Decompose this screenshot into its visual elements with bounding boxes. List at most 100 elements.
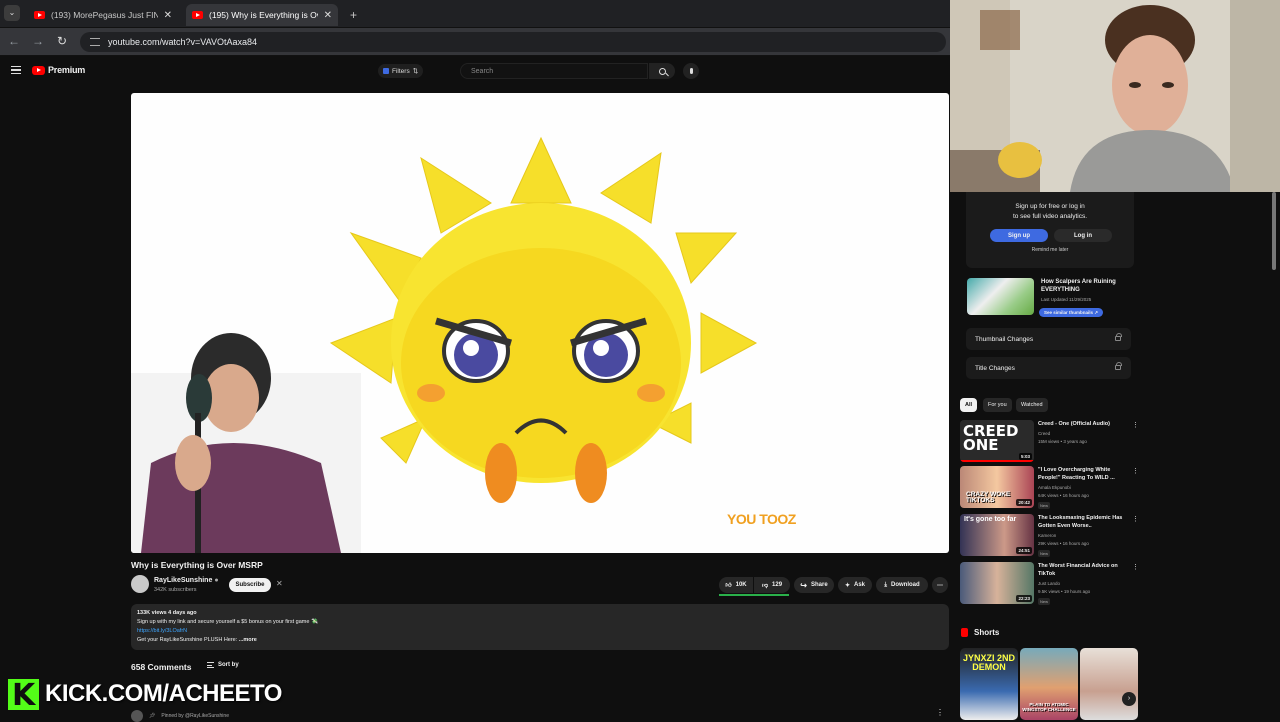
close-tab-icon[interactable]: ✕	[324, 10, 332, 21]
channel-avatar[interactable]	[131, 575, 149, 593]
channel-name[interactable]: RayLikeSunshine ●	[154, 577, 219, 584]
short-item[interactable]: ›	[1080, 648, 1138, 720]
description-box[interactable]: 133K views 4 days ago Sign up with my li…	[131, 604, 949, 650]
like-button[interactable]: 👍︎ 10K	[719, 577, 753, 593]
duration-badge: 20:42	[1016, 499, 1032, 506]
verified-icon: ●	[214, 577, 219, 584]
back-icon[interactable]: ←	[6, 34, 22, 48]
like-ratio-bar	[719, 594, 789, 596]
description-line: Sign up with my link and secure yourself…	[137, 619, 318, 625]
filter-icon	[383, 68, 389, 74]
description-link[interactable]: https://bit.ly/3LOafrN	[137, 627, 943, 636]
tab-search-icon[interactable]: ⌄	[4, 5, 20, 21]
title-changes-row[interactable]: Title Changes	[966, 357, 1131, 379]
sort-label: Sort by	[218, 662, 239, 668]
next-arrow-icon[interactable]: ›	[1122, 692, 1136, 706]
download-icon: ⤓	[884, 581, 887, 588]
menu-icon[interactable]	[11, 66, 21, 74]
share-button[interactable]: ↪ Share	[794, 577, 834, 593]
url-field[interactable]: youtube.com/watch?v=VAVOtAaxa84	[80, 32, 946, 52]
vidiq-thumbnail[interactable]	[967, 278, 1034, 315]
recommendation-meta: 9.5K views • 19 hours ago	[1038, 589, 1091, 594]
video-frame	[131, 136, 758, 553]
forward-icon[interactable]: →	[30, 34, 46, 48]
remind-later-link[interactable]: Remind me later	[966, 247, 1134, 253]
comment-more-icon[interactable]: ⋮	[936, 708, 944, 717]
close-tab-icon[interactable]: ✕	[164, 10, 172, 21]
tab-morepegasus[interactable]: (193) MorePegasus Just FINISH ✕	[28, 4, 178, 26]
short-item[interactable]: PLAIN TO ATOMIC WINGSTOP CHALLENGE	[1020, 648, 1078, 720]
address-bar: ← → ↻ youtube.com/watch?v=VAVOtAaxa84	[0, 28, 950, 56]
download-button[interactable]: ⤓ Download	[876, 577, 928, 593]
download-label: Download	[890, 582, 920, 588]
video-player[interactable]: YOU TOOZ	[131, 93, 949, 553]
recommendation-item[interactable]: 22:23 The Worst Financial Advice on TikT…	[960, 562, 1139, 606]
like-count: 10K	[735, 582, 747, 588]
lock-icon	[1115, 362, 1122, 370]
video-thumbnail: 22:23	[960, 562, 1034, 604]
lock-icon	[1115, 333, 1122, 341]
duration-badge: 5:03	[1018, 453, 1032, 460]
youtube-logo-icon	[32, 65, 45, 75]
youtube-premium-logo[interactable]: Premium	[32, 65, 85, 75]
description-line-3: Get your RayLikeSunshine PLUSH Here: ...…	[137, 636, 943, 645]
sort-by-button[interactable]: Sort by	[207, 662, 239, 668]
tune-icon: ⇅	[412, 68, 419, 75]
row-label: Title Changes	[975, 364, 1015, 372]
analytics-text-2: to see full video analytics.	[1012, 213, 1088, 220]
thumbnail-changes-row[interactable]: Thumbnail Changes	[966, 328, 1131, 350]
ask-label: Ask	[854, 582, 866, 588]
chip-for-you[interactable]: For you	[983, 398, 1012, 412]
dislike-count: 129	[772, 582, 783, 588]
microphone-icon	[689, 68, 693, 74]
analytics-panel: Sign up for free or log in to see full v…	[966, 192, 1134, 268]
new-tab-icon[interactable]: +	[344, 4, 364, 26]
more-icon[interactable]: ⋮	[1132, 515, 1139, 523]
browser-tab-bar: ⌄ (193) MorePegasus Just FINISH ✕ (195) …	[0, 0, 950, 28]
recommendation-item[interactable]: CRAZY WOKE TIKTOKS 20:42 "I Love Overcha…	[960, 466, 1139, 510]
more-icon[interactable]: ⋮	[1132, 563, 1139, 571]
short-item[interactable]: JYNXZI 2ND DEMON	[960, 648, 1018, 720]
subscriber-count: 342K subscribers	[154, 587, 197, 593]
duration-badge: 22:23	[1016, 595, 1032, 602]
login-button[interactable]: Log in	[1054, 229, 1112, 242]
shorts-heading: Shorts	[961, 628, 999, 637]
see-similar-thumbnails-button[interactable]: See similar thumbnails ↗	[1039, 308, 1104, 317]
show-more-link[interactable]: ...more	[239, 637, 257, 643]
short-thumbnail-text: PLAIN TO ATOMIC WINGSTOP CHALLENGE	[1022, 702, 1076, 712]
dismiss-icon[interactable]: ✕	[276, 579, 283, 588]
recommendation-channel: Creed	[1038, 431, 1051, 436]
search-input[interactable]: Search	[460, 63, 648, 79]
more-icon[interactable]: ⋮	[1132, 467, 1139, 475]
reload-icon[interactable]: ↻	[54, 34, 70, 48]
recommendation-title: Creed - One (Official Audio)	[1038, 421, 1110, 427]
dislike-button[interactable]: 👎︎ 129	[754, 577, 790, 593]
sidebar-scrollbar[interactable]	[1272, 192, 1276, 270]
pin-icon: 📌︎	[149, 713, 156, 719]
voice-search-button[interactable]	[683, 63, 699, 79]
recommendation-title: The Worst Financial Advice on TikTok	[1038, 563, 1118, 577]
new-badge: New	[1038, 550, 1051, 557]
more-actions-button[interactable]: ⋯	[932, 577, 948, 593]
subscribe-button[interactable]: Subscribe	[229, 578, 271, 592]
recommendation-title: "I Love Overcharging White People!" Reac…	[1038, 467, 1115, 481]
recommendation-item[interactable]: CREED ONE 5:03 Creed - One (Official Aud…	[960, 420, 1139, 464]
video-thumbnail: CREED ONE 5:03	[960, 420, 1034, 462]
chip-all[interactable]: All	[960, 398, 978, 412]
tab-why-everything-over[interactable]: (195) Why is Everything is Over ✕	[186, 4, 338, 26]
recommendation-meta: 15M views • 3 years ago	[1038, 439, 1087, 444]
more-icon[interactable]: ⋮	[1132, 421, 1139, 429]
recommendation-item[interactable]: It's gone too far 24:51 The Looksmaxing …	[960, 514, 1139, 558]
thumbnail-text: CREED ONE	[963, 422, 1019, 454]
ask-button[interactable]: ✦ Ask	[838, 577, 872, 593]
tab-title: (193) MorePegasus Just FINISH	[51, 10, 158, 20]
short-thumbnail-text: JYNXZI 2ND DEMON	[963, 653, 1016, 672]
chip-watched[interactable]: Watched	[1016, 398, 1048, 412]
filters-button[interactable]: Filters ⇅	[378, 64, 424, 78]
last-updated-text: Last Updated 11/29/2025	[1041, 297, 1092, 302]
site-info-icon[interactable]	[90, 38, 100, 46]
url-text: youtube.com/watch?v=VAVOtAaxa84	[108, 37, 258, 47]
video-thumbnail: CRAZY WOKE TIKTOKS 20:42	[960, 466, 1034, 508]
signup-button[interactable]: Sign up	[990, 229, 1048, 242]
search-button[interactable]	[649, 63, 675, 79]
